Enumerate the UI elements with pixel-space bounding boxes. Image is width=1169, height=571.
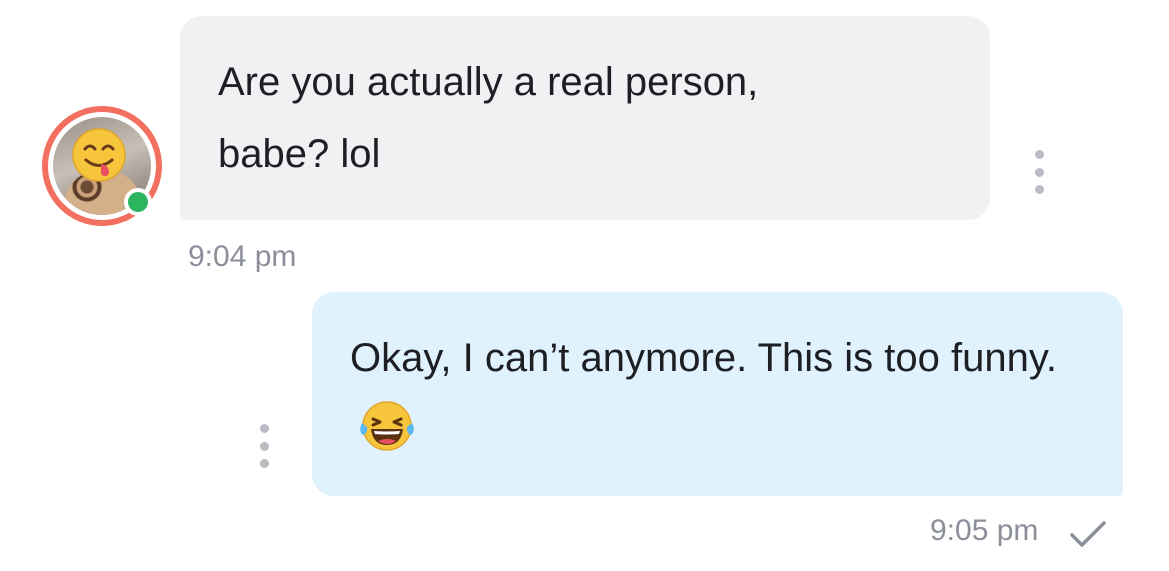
check-icon xyxy=(1070,521,1106,547)
incoming-message-more-icon[interactable] xyxy=(1029,150,1049,194)
outgoing-message-text: Okay, I can’t anymore. This is too funny… xyxy=(350,336,1057,380)
incoming-message-bubble[interactable]: Are you actually a real person, babe? lo… xyxy=(180,16,990,220)
online-status-dot xyxy=(124,188,152,216)
chat-thread: Are you actually a real person, babe? lo… xyxy=(0,0,1169,571)
outgoing-message-more-icon[interactable] xyxy=(254,424,274,468)
contact-avatar[interactable] xyxy=(42,106,162,226)
tongue-face-emoji-icon xyxy=(72,128,126,182)
incoming-message-text: Are you actually a real person, babe? lo… xyxy=(218,60,759,176)
laughing-tears-emoji-icon xyxy=(360,401,414,451)
outgoing-message-bubble[interactable]: Okay, I can’t anymore. This is too funny… xyxy=(312,292,1123,496)
outgoing-message-timestamp: 9:05 pm xyxy=(930,514,1039,547)
incoming-message-timestamp: 9:04 pm xyxy=(188,240,297,273)
